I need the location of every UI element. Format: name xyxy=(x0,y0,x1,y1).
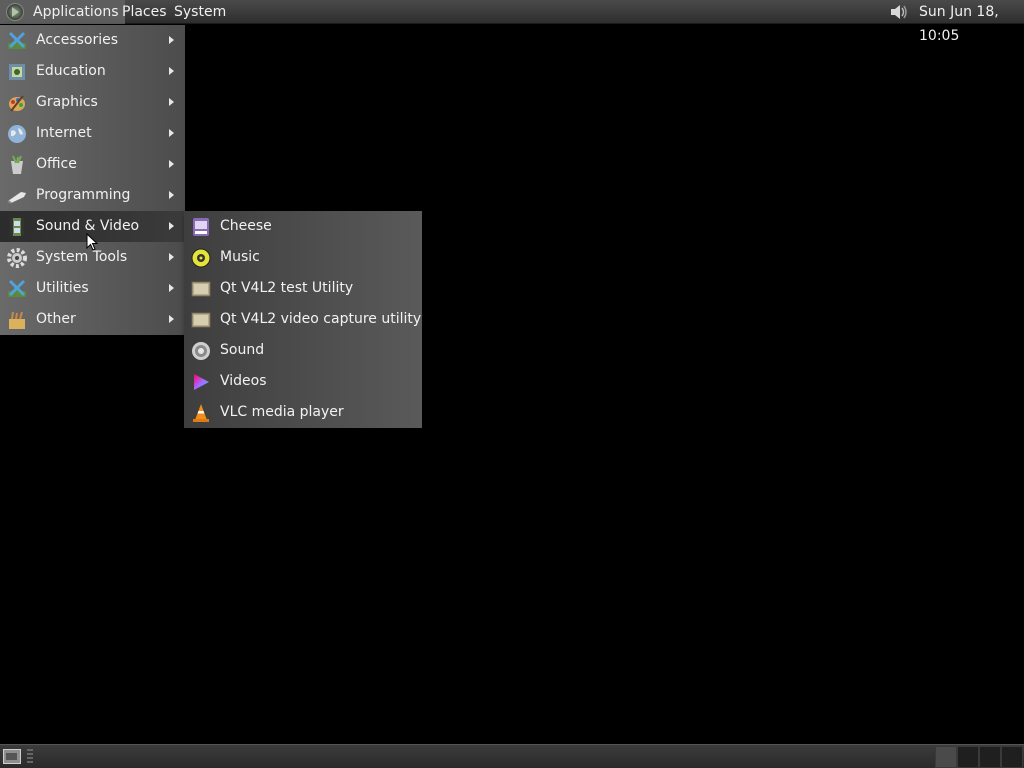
graphics-icon xyxy=(9,95,25,112)
system-menu-button[interactable]: System xyxy=(168,0,232,24)
submenu-item-videos[interactable]: Videos xyxy=(184,366,422,397)
show-desktop-icon[interactable] xyxy=(3,749,21,764)
chevron-right-icon xyxy=(169,67,174,75)
menu-item-accessories[interactable]: Accessories xyxy=(0,25,185,56)
programming-icon xyxy=(7,192,26,204)
cheese-webcam-icon xyxy=(193,218,209,236)
other-icon xyxy=(9,311,25,329)
menu-item-other[interactable]: Other xyxy=(0,304,185,335)
chevron-right-icon xyxy=(169,98,174,106)
menu-item-internet[interactable]: Internet xyxy=(0,118,185,149)
distro-logo-icon xyxy=(6,3,24,21)
music-disc-icon xyxy=(191,248,211,268)
places-menu-button[interactable]: Places xyxy=(116,0,173,24)
globe-icon xyxy=(8,125,26,143)
submenu-item-vlc[interactable]: VLC media player xyxy=(184,397,422,428)
gear-icon xyxy=(7,248,27,268)
vlc-cone-icon xyxy=(193,404,209,422)
submenu-item-qt-v4l2-capture[interactable]: Qt V4L2 video capture utility xyxy=(184,304,422,335)
bottom-panel xyxy=(0,744,1024,768)
chevron-right-icon xyxy=(169,253,174,261)
menu-item-graphics[interactable]: Graphics xyxy=(0,87,185,118)
workspace-1[interactable] xyxy=(935,746,957,768)
sound-video-submenu: Cheese Music Qt V4L2 test Utility Qt V4L… xyxy=(184,211,422,428)
office-icon xyxy=(11,155,23,174)
chevron-right-icon xyxy=(169,315,174,323)
applications-label: Applications xyxy=(33,4,119,20)
clock[interactable]: Sun Jun 18, 10:05 xyxy=(919,0,1024,48)
film-strip-icon xyxy=(10,218,24,236)
chevron-right-icon xyxy=(169,222,174,230)
menu-item-education[interactable]: Education xyxy=(0,56,185,87)
chevron-right-icon xyxy=(169,129,174,137)
workspace-4[interactable] xyxy=(1001,746,1023,768)
submenu-item-sound[interactable]: Sound xyxy=(184,335,422,366)
qt-v4l2-icon xyxy=(191,281,211,297)
applications-menu: Accessories Education Graphics Internet … xyxy=(0,25,185,335)
workspace-3[interactable] xyxy=(979,746,1001,768)
chevron-right-icon xyxy=(169,160,174,168)
applications-menu-button[interactable]: Applications xyxy=(0,0,125,24)
top-panel: Applications Places System Sun Jun 18, 1… xyxy=(0,0,1024,44)
chevron-right-icon xyxy=(169,191,174,199)
speaker-icon[interactable] xyxy=(889,3,909,21)
chevron-right-icon xyxy=(169,36,174,44)
mouse-cursor-icon xyxy=(86,233,98,251)
submenu-item-cheese[interactable]: Cheese xyxy=(184,211,422,242)
education-icon xyxy=(9,64,25,80)
submenu-item-music[interactable]: Music xyxy=(184,242,422,273)
utilities-icon xyxy=(8,279,26,297)
menu-item-programming[interactable]: Programming xyxy=(0,180,185,211)
submenu-item-qt-v4l2-test[interactable]: Qt V4L2 test Utility xyxy=(184,273,422,304)
qt-v4l2-icon xyxy=(191,312,211,328)
chevron-right-icon xyxy=(169,284,174,292)
sound-icon xyxy=(192,342,210,360)
workspace-2[interactable] xyxy=(957,746,979,768)
menu-item-utilities[interactable]: Utilities xyxy=(0,273,185,304)
accessories-icon xyxy=(8,31,26,49)
menu-item-office[interactable]: Office xyxy=(0,149,185,180)
panel-drag-handle[interactable] xyxy=(27,749,33,764)
videos-play-icon xyxy=(194,374,209,390)
